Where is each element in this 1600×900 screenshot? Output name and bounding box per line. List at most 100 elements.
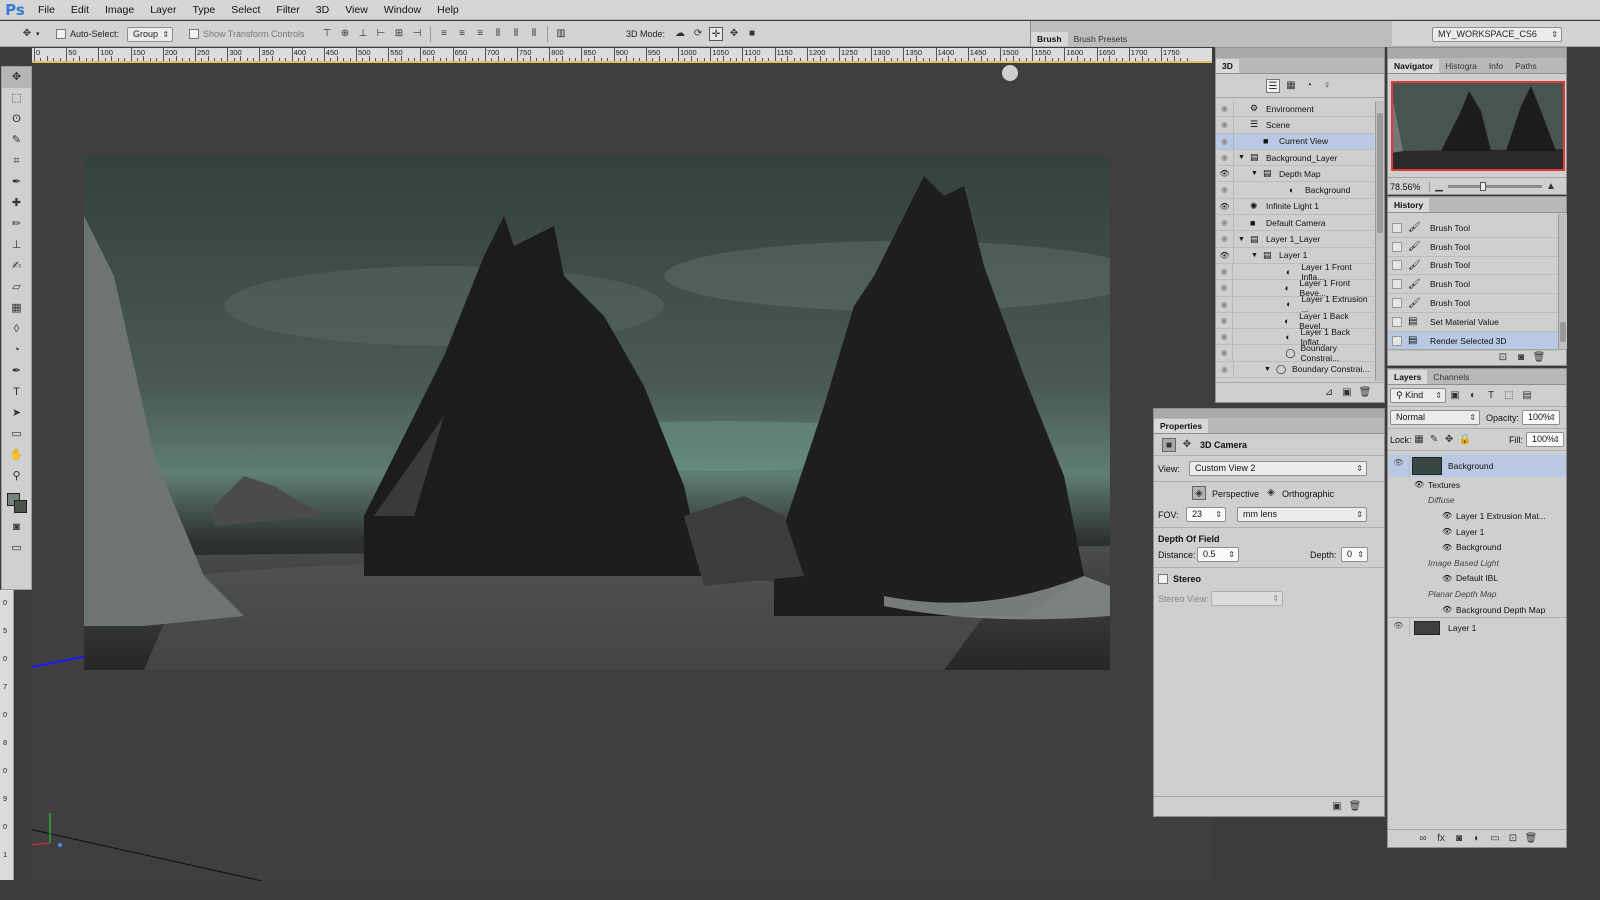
eraser-tool-icon[interactable]: ▱ bbox=[2, 277, 31, 298]
scene-tree-row[interactable]: ◉ ▼ ▤ Layer 1_Layer bbox=[1216, 231, 1374, 248]
adjustment-icon[interactable]: ◐ bbox=[1470, 832, 1484, 846]
eye-icon[interactable]: ◉ bbox=[1216, 215, 1234, 231]
eye-icon[interactable]: 👁 bbox=[1442, 511, 1456, 520]
align-hcenter-icon[interactable]: ⊞ bbox=[392, 27, 406, 41]
zoom-tool-icon[interactable]: ⚲ bbox=[2, 466, 31, 487]
menu-window[interactable]: Window bbox=[376, 0, 429, 20]
eye-icon[interactable]: ◉ bbox=[1216, 361, 1234, 378]
eye-icon[interactable]: 👁 bbox=[1442, 543, 1456, 552]
perspective-label[interactable]: Perspective bbox=[1212, 489, 1259, 499]
quick-mask-icon[interactable]: ◙ bbox=[2, 517, 31, 538]
history-source-checkbox[interactable] bbox=[1392, 279, 1402, 290]
zoom-field[interactable]: 78.56% bbox=[1388, 181, 1430, 192]
layer-effect-row[interactable]: 👁 Default IBL bbox=[1388, 571, 1566, 587]
tab-paths[interactable]: Paths bbox=[1509, 59, 1543, 73]
history-item[interactable]: ▤ Render Selected 3D bbox=[1388, 331, 1558, 351]
render-icon[interactable]: ▣ bbox=[1340, 386, 1354, 400]
align-bottom-icon[interactable]: ⊥ bbox=[356, 27, 370, 41]
scene-tree-row[interactable]: 👁 ▼ ▤ Depth Map bbox=[1216, 166, 1374, 183]
layer-effect-row[interactable]: Diffuse bbox=[1388, 493, 1566, 509]
menu-select[interactable]: Select bbox=[223, 0, 268, 20]
stereo-row[interactable]: Stereo bbox=[1154, 568, 1384, 588]
eye-icon[interactable]: ◉ bbox=[1216, 117, 1234, 133]
layer-effect-row[interactable]: 👁 Background Depth Map bbox=[1388, 602, 1566, 618]
layer-effect-row[interactable]: 👁 Layer 1 bbox=[1388, 524, 1566, 540]
history-item[interactable]: 🖌 Brush Tool bbox=[1388, 238, 1558, 257]
type-tool-icon[interactable]: T bbox=[2, 382, 31, 403]
zoom-in-icon[interactable]: ▲ bbox=[1544, 180, 1558, 194]
dodge-tool-icon[interactable]: ◔ bbox=[2, 340, 31, 361]
eye-icon[interactable]: 👁 bbox=[1442, 574, 1456, 583]
lock-transparent-icon[interactable]: ▦ bbox=[1414, 433, 1425, 447]
gradient-tool-icon[interactable]: ▦ bbox=[2, 298, 31, 319]
eye-icon[interactable]: 👁 bbox=[1414, 480, 1428, 489]
auto-select-checkbox[interactable]: Auto-Select: bbox=[56, 25, 119, 43]
distribute-top-icon[interactable]: ≡ bbox=[437, 27, 451, 41]
layer-1[interactable]: 👁 Layer 1 bbox=[1388, 617, 1566, 638]
orthographic-icon[interactable]: ◈ bbox=[1264, 486, 1278, 500]
tab-properties[interactable]: Properties bbox=[1154, 419, 1209, 433]
tab-navigator[interactable]: Navigator bbox=[1388, 59, 1440, 73]
menu-type[interactable]: Type bbox=[184, 0, 223, 20]
eye-icon[interactable]: 👁 bbox=[1216, 166, 1234, 182]
menu-edit[interactable]: Edit bbox=[63, 0, 97, 20]
history-source-checkbox[interactable] bbox=[1392, 260, 1402, 271]
menu-view[interactable]: View bbox=[337, 0, 376, 20]
mask-icon[interactable]: ◙ bbox=[1452, 832, 1466, 846]
kind-dropdown[interactable]: ⚲ Kind bbox=[1390, 388, 1446, 403]
meshes-icon[interactable]: ▦ bbox=[1284, 79, 1298, 93]
fx-icon[interactable]: fx bbox=[1434, 832, 1448, 846]
folder-icon[interactable]: ▭ bbox=[1488, 832, 1502, 846]
adjustment-filter-icon[interactable]: ◐ bbox=[1466, 389, 1480, 403]
eye-icon[interactable]: 👁 bbox=[1442, 605, 1456, 614]
coordinates-icon[interactable]: ✥ bbox=[1180, 438, 1194, 452]
align-top-icon[interactable]: ⊤ bbox=[320, 27, 334, 41]
expand-toggle-icon[interactable]: ▼ bbox=[1238, 154, 1250, 161]
lock-position-icon[interactable]: ✥ bbox=[1444, 433, 1455, 447]
tab-brush[interactable]: Brush bbox=[1031, 32, 1068, 46]
perspective-icon[interactable]: ◈ bbox=[1192, 486, 1206, 500]
new-light-icon[interactable]: ⊿ bbox=[1322, 386, 1336, 400]
orbit-icon[interactable]: ☁ bbox=[673, 27, 687, 41]
history-item[interactable]: ▤ Set Material Value bbox=[1388, 313, 1558, 332]
eye-icon[interactable]: ◉ bbox=[1216, 345, 1234, 361]
eye-icon[interactable]: ◉ bbox=[1216, 296, 1234, 312]
history-source-checkbox[interactable] bbox=[1392, 316, 1402, 327]
opacity-input[interactable]: 100% bbox=[1522, 410, 1561, 425]
scene-tree-row[interactable]: ◉ ☰ Scene bbox=[1216, 117, 1374, 134]
eye-icon[interactable]: 👁 bbox=[1388, 618, 1410, 638]
eye-icon[interactable]: ◉ bbox=[1216, 231, 1234, 247]
layer-effect-row[interactable]: 👁 Background bbox=[1388, 539, 1566, 555]
camera-icon[interactable]: ■ bbox=[1162, 437, 1176, 452]
trash-icon[interactable]: 🗑 bbox=[1524, 832, 1538, 846]
orthographic-label[interactable]: Orthographic bbox=[1282, 489, 1334, 499]
menu-file[interactable]: File bbox=[30, 0, 63, 20]
expand-toggle-icon[interactable]: ▼ bbox=[1238, 236, 1250, 243]
history-source-checkbox[interactable] bbox=[1392, 298, 1402, 309]
slide-icon[interactable]: ✥ bbox=[727, 27, 741, 41]
tab-channels[interactable]: Channels bbox=[1427, 370, 1475, 384]
stamp-tool-icon[interactable]: ⊥ bbox=[2, 235, 31, 256]
history-brush-tool-icon[interactable]: ✍ bbox=[2, 256, 31, 277]
new-layer-icon[interactable]: ⊡ bbox=[1506, 832, 1520, 846]
whole-scene-icon[interactable]: ☰ bbox=[1266, 78, 1280, 93]
menu-image[interactable]: Image bbox=[97, 0, 142, 20]
eye-icon[interactable]: 👁 bbox=[1216, 247, 1234, 263]
scene-tree-row[interactable]: ◉ ■ Current View bbox=[1216, 133, 1374, 150]
pen-tool-icon[interactable]: ✒ bbox=[2, 361, 31, 382]
light-widget-icon[interactable] bbox=[1002, 65, 1018, 81]
depth-input[interactable]: 0 bbox=[1341, 547, 1368, 562]
history-scrollbar[interactable] bbox=[1558, 214, 1567, 349]
tab-history[interactable]: History bbox=[1388, 198, 1430, 212]
tab-3d[interactable]: 3D bbox=[1216, 59, 1239, 73]
blur-tool-icon[interactable]: ◊ bbox=[2, 319, 31, 340]
video-camera-icon[interactable]: ■ bbox=[745, 27, 759, 41]
layer-effect-row[interactable]: Planar Depth Map bbox=[1388, 586, 1566, 602]
eye-icon[interactable]: ◉ bbox=[1216, 329, 1234, 345]
lock-all-icon[interactable]: 🔒 bbox=[1459, 433, 1471, 447]
eye-icon[interactable]: ◉ bbox=[1216, 149, 1234, 166]
distribute-bottom-icon[interactable]: ≡ bbox=[473, 27, 487, 41]
type-filter-icon[interactable]: T bbox=[1484, 389, 1498, 403]
show-transform-checkbox[interactable]: Show Transform Controls bbox=[189, 25, 305, 43]
scene-tree-row[interactable]: ◉ ▼ ▤ Background_Layer bbox=[1216, 149, 1374, 167]
